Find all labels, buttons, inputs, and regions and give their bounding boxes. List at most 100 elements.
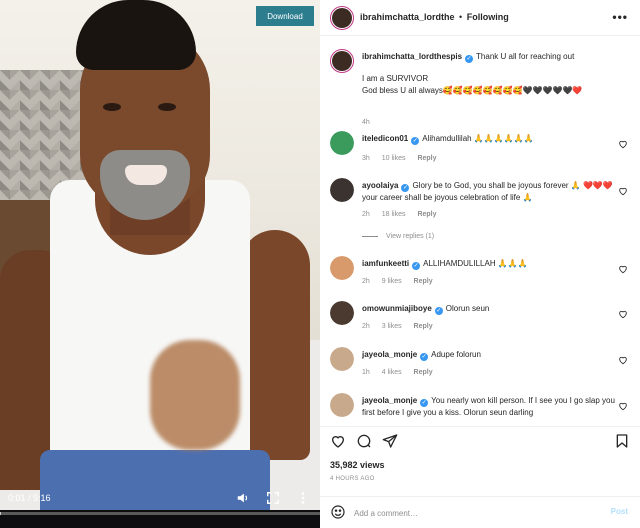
more-options-icon[interactable] — [296, 491, 310, 505]
comment-likes[interactable]: 18 likes — [382, 211, 406, 218]
comment-time: 1h — [362, 369, 370, 376]
commenter-avatar-fill — [330, 256, 354, 280]
commenter-avatar-fill — [330, 393, 354, 417]
commenter-username[interactable]: jayeola_monje — [362, 350, 417, 359]
comment-time: 2h — [362, 211, 370, 218]
like-comment-heart-icon[interactable] — [618, 139, 628, 149]
comment-text: jayeola_monje ✓ You nearly won kill person… — [362, 395, 616, 419]
comment-meta: 2h 9 likes Reply — [362, 278, 443, 285]
video-progress-bar[interactable] — [0, 512, 320, 515]
commenter-avatar-fill — [330, 347, 354, 371]
like-comment-heart-icon[interactable] — [618, 309, 628, 319]
verified-badge-icon: ✓ — [420, 353, 429, 361]
reply-button[interactable]: Reply — [414, 369, 433, 376]
emoji-smiley-icon[interactable] — [330, 504, 346, 520]
comment-bubble-icon[interactable] — [356, 433, 372, 449]
video-controls: 0:01 / 9:16 — [0, 486, 320, 510]
comment-text: jayeola_monje ✓ Adupe folorun — [362, 349, 616, 361]
view-count[interactable]: 35,982 views — [330, 460, 385, 470]
author-avatar[interactable] — [330, 6, 354, 30]
comment-time: 3h — [362, 155, 370, 162]
comment-body: Adupe folorun — [431, 350, 481, 359]
comment-text: iamfunkeetti ✓ ALLIHAMDULILLAH 🙏🙏🙏 — [362, 258, 616, 270]
like-heart-icon[interactable] — [330, 433, 346, 449]
post-sidebar: ibrahimchatta_lordthe • Following ••• ib… — [320, 0, 640, 528]
volume-icon[interactable] — [236, 491, 250, 505]
reply-button[interactable]: Reply — [414, 278, 433, 285]
video-frame[interactable] — [0, 0, 320, 510]
comment-time: 2h — [362, 323, 370, 330]
caption-time: 4h — [362, 119, 370, 126]
fullscreen-icon[interactable] — [266, 491, 280, 505]
commenter-username[interactable]: omowunmiajiboye — [362, 304, 432, 313]
commenter-avatar[interactable] — [330, 347, 354, 371]
post-age: 4 HOURS AGO — [330, 476, 375, 482]
header-separator: • — [459, 12, 463, 22]
comment-input[interactable] — [354, 505, 594, 521]
caption-line-1: Thank U all for reaching out — [476, 52, 575, 61]
commenter-username[interactable]: iamfunkeetti — [362, 259, 409, 268]
verified-badge-icon: ✓ — [434, 307, 443, 315]
more-icon[interactable]: ••• — [612, 10, 628, 24]
comment-meta: 2h 3 likes Reply — [362, 323, 443, 330]
verified-badge-icon: ✓ — [465, 55, 474, 63]
comment-likes[interactable]: 10 likes — [382, 155, 406, 162]
save-bookmark-icon[interactable] — [614, 433, 630, 449]
commenter-username[interactable]: ayoolaiya — [362, 181, 398, 190]
comment-time: 2h — [362, 278, 370, 285]
caption-text: ibrahimchatta_lordthespis ✓ Thank U all fo… — [362, 51, 616, 97]
comment-likes[interactable]: 9 likes — [382, 278, 402, 285]
like-comment-heart-icon[interactable] — [618, 264, 628, 274]
commenter-avatar-fill — [330, 301, 354, 325]
post-actions: 35,982 views 4 HOURS AGO — [320, 426, 640, 498]
like-comment-heart-icon[interactable] — [618, 401, 628, 411]
verified-badge-icon: ✓ — [412, 262, 421, 270]
view-replies-label[interactable]: View replies (1) — [386, 233, 434, 240]
like-comment-heart-icon[interactable] — [618, 186, 628, 196]
person-mouth — [125, 165, 167, 185]
reply-button[interactable]: Reply — [417, 211, 436, 218]
reply-button[interactable]: Reply — [414, 323, 433, 330]
author-line: ibrahimchatta_lordthe • Following — [360, 12, 509, 22]
person-eye-right — [158, 103, 176, 111]
person-right-arm — [240, 230, 310, 460]
video-time: 0:01 / 9:16 — [8, 493, 51, 503]
comment-text: omowunmiajiboye ✓ Olorun seun — [362, 303, 616, 315]
comment-body: Olorun seun — [445, 304, 490, 313]
comment-likes[interactable]: 4 likes — [382, 369, 402, 376]
comment-composer: Post — [320, 496, 640, 528]
caption-username[interactable]: ibrahimchatta_lordthespis — [362, 52, 462, 61]
share-send-icon[interactable] — [382, 433, 398, 449]
caption-line-3: God bless U all always🥰🥰🥰🥰🥰🥰🥰🥰🖤🖤🖤🖤🖤❤️ — [362, 86, 583, 95]
caption-avatar[interactable] — [330, 49, 354, 73]
view-replies-button[interactable]: View replies (1) — [362, 233, 434, 240]
caption-meta: 4h — [362, 119, 380, 126]
comment-body: ALLIHAMDULILLAH 🙏🙏🙏 — [423, 259, 528, 268]
comment-meta: 2h 18 likes Reply — [362, 211, 447, 218]
commenter-username[interactable]: jayeola_monje — [362, 396, 417, 405]
comment-likes[interactable]: 3 likes — [382, 323, 402, 330]
commenter-avatar[interactable] — [330, 393, 354, 417]
commenter-username[interactable]: iteledicon01 — [362, 134, 408, 143]
following-button[interactable]: Following — [467, 12, 509, 22]
video-player[interactable]: Download 0:01 / 9:16 — [0, 0, 320, 528]
commenter-avatar[interactable] — [330, 256, 354, 280]
download-button[interactable]: Download — [256, 6, 314, 26]
verified-badge-icon: ✓ — [420, 399, 429, 407]
post-comment-button[interactable]: Post — [611, 507, 628, 516]
commenter-avatar[interactable] — [330, 178, 354, 202]
caption-line-2: I am a SURVIVOR — [362, 74, 429, 83]
like-comment-heart-icon[interactable] — [618, 355, 628, 365]
person-hand — [150, 340, 240, 450]
comment-meta: 3h 10 likes Reply — [362, 155, 447, 162]
commenter-avatar-fill — [330, 131, 354, 155]
view-replies-line — [362, 235, 378, 237]
comment-text: iteledicon01 ✓ Alihamdullilah 🙏🙏🙏🙏🙏🙏 — [362, 133, 616, 145]
commenter-avatar[interactable] — [330, 131, 354, 155]
person-hair — [76, 0, 196, 70]
reply-button[interactable]: Reply — [417, 155, 436, 162]
commenter-avatar[interactable] — [330, 301, 354, 325]
author-username[interactable]: ibrahimchatta_lordthe — [360, 12, 455, 22]
post-header: ibrahimchatta_lordthe • Following ••• — [320, 0, 640, 36]
comments-list[interactable]: ibrahimchatta_lordthespis ✓ Thank U all fo… — [320, 37, 640, 425]
